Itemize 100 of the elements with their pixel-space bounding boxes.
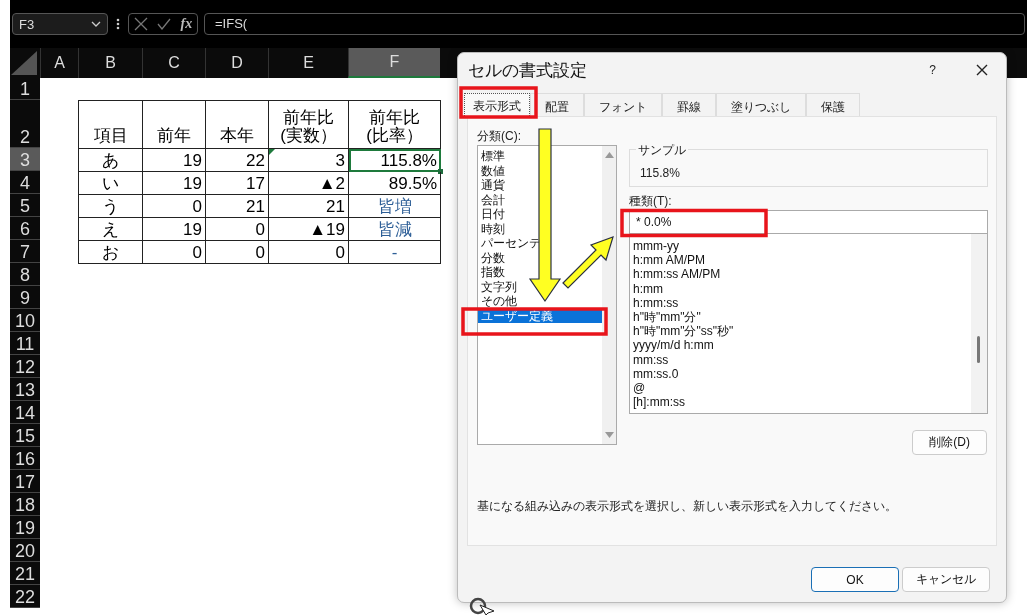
header-cell: 項目	[79, 101, 143, 149]
format-item[interactable]: h"時"mm"分"	[633, 309, 971, 325]
more-icon[interactable]	[116, 18, 120, 30]
category-item[interactable]: 会計	[478, 192, 505, 207]
row-header[interactable]: 1	[10, 78, 40, 100]
formula-field[interactable]: =IFS(	[204, 13, 1025, 35]
row-header[interactable]: 4	[10, 171, 40, 194]
row-header[interactable]: 22	[10, 585, 40, 608]
category-item[interactable]: その他	[478, 294, 517, 309]
row-header[interactable]: 13	[10, 378, 40, 401]
enter-icon[interactable]	[157, 18, 172, 30]
row-header[interactable]: 19	[10, 516, 40, 539]
tab[interactable]: 配置	[530, 93, 584, 116]
column-header[interactable]: D	[205, 48, 268, 78]
row-header[interactable]: 21	[10, 562, 40, 585]
select-all-icon[interactable]	[11, 51, 37, 75]
category-item[interactable]: 通貨	[478, 178, 505, 193]
delete-button[interactable]: 削除(D)	[912, 430, 987, 455]
header-cell: 前年比 (実数）	[269, 101, 349, 149]
table-cell: い	[79, 172, 143, 195]
type-field[interactable]: * 0.0%	[629, 210, 988, 234]
table-cell: え	[79, 218, 143, 241]
row-header[interactable]: 18	[10, 493, 40, 516]
column-header[interactable]: C	[142, 48, 205, 78]
sample-label: サンプル	[636, 142, 688, 159]
column-header[interactable]: B	[78, 48, 142, 78]
table-cell: ▲19	[269, 218, 349, 241]
table-cell: ▲2	[269, 172, 349, 195]
row-header[interactable]: 15	[10, 424, 40, 447]
format-list[interactable]: mmm-yy h:mm AM/PM h:mm:ss AM/PM h:mm h:mm:ss h"時"mm"分" h"時"mm"分"ss"秒" yyyy/m/d h:mm mm:ss mm:ss.0 @ [h]:mm:ss	[629, 234, 988, 414]
row-header[interactable]: 7	[10, 240, 40, 263]
table-cell: -	[349, 241, 441, 264]
table-cell: 皆増	[349, 195, 441, 218]
scroll-up-icon[interactable]	[604, 152, 614, 158]
row-header[interactable]: 20	[10, 539, 40, 562]
fill-handle[interactable]	[438, 169, 443, 174]
row-header[interactable]: 3	[10, 148, 40, 171]
insert-function-button[interactable]: fx	[180, 16, 193, 32]
table-cell: 皆減	[349, 218, 441, 241]
cancel-button[interactable]: キャンセル	[902, 567, 990, 592]
category-item[interactable]: 標準	[478, 149, 505, 164]
row-header[interactable]: 11	[10, 332, 40, 355]
format-item[interactable]: h"時"mm"分"ss"秒"	[633, 324, 971, 339]
ok-button[interactable]: OK	[811, 567, 899, 592]
row-header[interactable]: 5	[10, 194, 40, 217]
sample-value: 115.8%	[640, 166, 680, 180]
format-item[interactable]: mm:ss	[633, 352, 971, 367]
tab[interactable]: 塗りつぶし	[716, 93, 806, 116]
instruction-text: 基になる組み込みの表示形式を選択し、新しい表示形式を入力してください。	[477, 497, 898, 515]
table-cell: う	[79, 195, 143, 218]
close-icon[interactable]	[976, 64, 988, 76]
format-item[interactable]: @	[633, 380, 971, 396]
dialog-title: セルの書式設定	[468, 59, 588, 82]
format-item[interactable]: yyyy/m/d h:mm	[633, 338, 971, 353]
format-item[interactable]: h:mm AM/PM	[633, 253, 971, 268]
chevron-icon	[91, 21, 101, 27]
category-label: 分類(C):	[477, 128, 522, 145]
name-box[interactable]: F3	[12, 13, 108, 35]
scroll-down-icon[interactable]	[604, 432, 614, 438]
column-header[interactable]: A	[40, 48, 78, 78]
tab[interactable]: フォント	[584, 93, 662, 116]
format-item[interactable]: h:mm	[633, 281, 971, 296]
table-cell: 17	[206, 172, 269, 195]
row-header[interactable]: 14	[10, 401, 40, 424]
table-cell: 21	[206, 195, 269, 218]
format-item[interactable]: h:mm:ss AM/PM	[633, 267, 971, 282]
row-header[interactable]: 8	[10, 263, 40, 286]
category-item[interactable]: パーセンテ	[478, 236, 541, 251]
category-list[interactable]: 標準 数値 通貨 会計 日付 時刻 パーセンテ 分数 指数 文字列 その他 ユーザー定義	[477, 145, 617, 445]
tab[interactable]: 罫線	[662, 93, 716, 116]
column-header[interactable]: F	[348, 48, 440, 78]
row-header[interactable]: 10	[10, 309, 40, 332]
tab[interactable]: 表示形式	[464, 93, 530, 116]
table-cell: お	[79, 241, 143, 264]
format-item[interactable]: [h]:mm:ss	[633, 395, 971, 410]
row-header[interactable]: 6	[10, 217, 40, 240]
table-cell: 19	[143, 172, 206, 195]
category-item[interactable]: 分数	[478, 250, 505, 265]
category-item[interactable]: 数値	[478, 163, 505, 178]
tab[interactable]: 保護	[806, 93, 860, 116]
category-item[interactable]: 指数	[478, 265, 505, 280]
table-cell: あ	[79, 149, 143, 172]
row-header[interactable]: 16	[10, 447, 40, 470]
table-cell: 0	[269, 241, 349, 264]
format-item[interactable]: h:mm:ss	[633, 295, 971, 310]
table-cell: 115.8%	[349, 149, 441, 172]
format-item[interactable]: mmm-yy	[633, 239, 971, 254]
row-header[interactable]: 9	[10, 286, 40, 309]
format-item[interactable]: mm:ss.0	[633, 366, 971, 381]
category-item[interactable]: 文字列	[478, 279, 517, 294]
help-button[interactable]: ?	[929, 63, 936, 77]
row-header[interactable]: 12	[10, 355, 40, 378]
category-item[interactable]: 日付	[478, 207, 505, 222]
row-header[interactable]: 17	[10, 470, 40, 493]
type-label: 種類(T):	[629, 194, 673, 210]
cancel-icon[interactable]	[133, 17, 148, 31]
category-item[interactable]: 時刻	[478, 221, 505, 236]
header-cell: 前年	[143, 101, 206, 149]
scrollbar-thumb[interactable]	[977, 336, 980, 363]
table-cell: 19	[143, 149, 206, 172]
